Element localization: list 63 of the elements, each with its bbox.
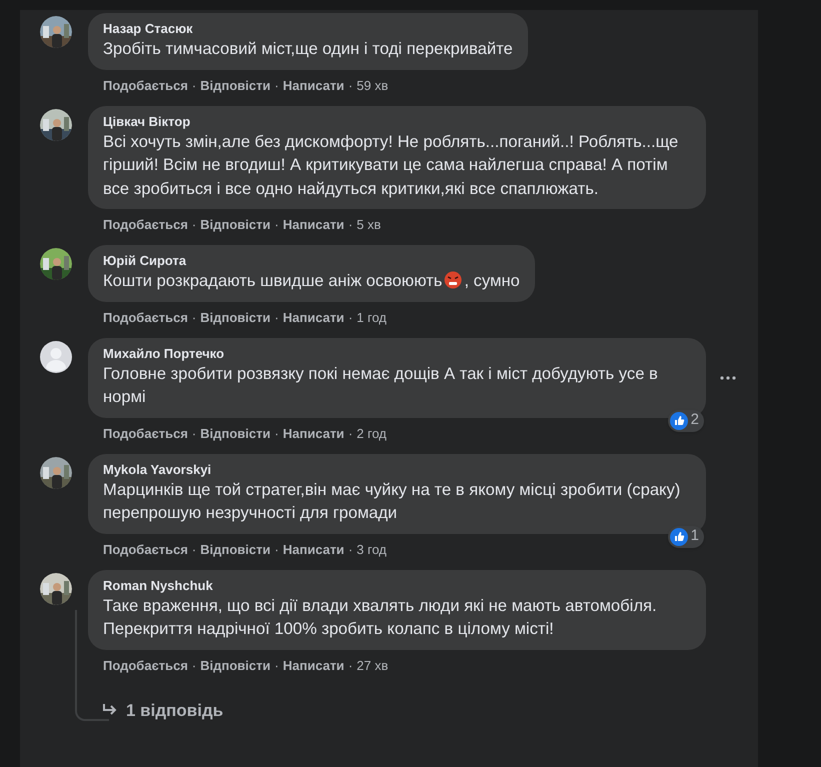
comment-text: , сумно (464, 271, 520, 290)
reaction-count[interactable]: 2 (668, 410, 704, 432)
separator-dot: · (192, 78, 196, 94)
action-link[interactable]: Написати (282, 78, 344, 94)
separator-dot: · (348, 658, 353, 674)
timestamp[interactable]: 1 год (356, 310, 386, 326)
action-link[interactable]: Подобається (103, 542, 188, 558)
separator-dot: · (192, 658, 196, 674)
separator-dot: · (348, 426, 353, 442)
action-link[interactable]: Відповісти (200, 426, 271, 442)
action-link[interactable]: Написати (282, 542, 344, 558)
action-link[interactable]: Відповісти (200, 658, 271, 674)
comment-text: Всі хочуть змін,але без дискомфорту! Не роблять...поганий..! Роблять...ще гірший! Всім не вгодиш! А критикувати це сама найлегша справа! А потім все зробиться і все одно найдуться критики,які все спаплюжать. (103, 132, 678, 198)
action-link[interactable]: Відповісти (200, 542, 271, 558)
timestamp[interactable]: 3 год (356, 542, 386, 558)
separator-dot: · (274, 78, 279, 94)
action-link[interactable]: Написати (282, 658, 344, 674)
timestamp[interactable]: 27 хв (356, 658, 388, 674)
comment-text: Марцинків ще той стратег,він має чуйку на те в якому місці зробити (сраку) перепрошую незручності для громади (103, 480, 680, 522)
reaction-count[interactable]: 1 (668, 526, 704, 548)
author-name[interactable]: Михайло Портечко (103, 346, 224, 362)
like-icon (670, 528, 688, 546)
action-link[interactable]: Подобається (103, 658, 188, 674)
author-name[interactable]: Mykola Yavorskyi (103, 462, 212, 478)
action-link[interactable]: Відповісти (200, 217, 271, 233)
separator-dot: · (348, 217, 353, 233)
reply-arrow-icon (102, 703, 118, 718)
comment-text: Кошти розкрадають швидше аніж освоюють (103, 271, 442, 290)
action-link[interactable]: Відповісти (200, 78, 271, 94)
timestamp[interactable]: 2 год (356, 426, 386, 442)
author-name[interactable]: Юрій Сирота (103, 253, 186, 269)
timestamp[interactable]: 59 хв (356, 78, 388, 94)
separator-dot: · (274, 310, 279, 326)
separator-dot: · (274, 542, 279, 558)
separator-dot: · (348, 78, 353, 94)
separator-dot: · (274, 426, 279, 442)
author-name[interactable]: Назар Стасюк (103, 21, 193, 37)
timestamp[interactable]: 5 хв (356, 217, 381, 233)
comment-text: Головне зробити розвязку покі немає дощів А так і міст добудують усе в нормі (103, 364, 658, 406)
action-link[interactable]: Подобається (103, 78, 188, 94)
separator-dot: · (348, 310, 353, 326)
author-name[interactable]: Roman Nyshchuk (103, 578, 213, 594)
separator-dot: · (192, 217, 196, 233)
separator-dot: · (192, 542, 196, 558)
action-link[interactable]: Подобається (103, 217, 188, 233)
action-link[interactable]: Подобається (103, 310, 188, 326)
action-link[interactable]: Написати (282, 217, 344, 233)
comment-text: Зробіть тимчасовий міст,ще один і тоді перекривайте (103, 39, 513, 58)
action-link[interactable]: Подобається (103, 426, 188, 442)
more-options-icon[interactable] (720, 376, 736, 380)
separator-dot: · (192, 426, 196, 442)
action-link[interactable]: Написати (282, 310, 344, 326)
author-name[interactable]: Цівкач Віктор (103, 114, 190, 130)
separator-dot: · (348, 542, 353, 558)
separator-dot: · (192, 310, 196, 326)
avatar-icon (40, 340, 72, 372)
action-link[interactable]: Написати (282, 426, 344, 442)
separator-dot: · (274, 217, 279, 233)
comment-text: Таке враження, що всі дії влади хвалять люди які не мають автомобіля. Перекриття надрічної 100% зробить колапс в цілому місті! (103, 596, 657, 638)
like-icon (670, 412, 688, 430)
view-replies-link[interactable]: 1 відповідь (102, 698, 224, 723)
action-link[interactable]: Відповісти (200, 310, 271, 326)
separator-dot: · (274, 658, 279, 674)
